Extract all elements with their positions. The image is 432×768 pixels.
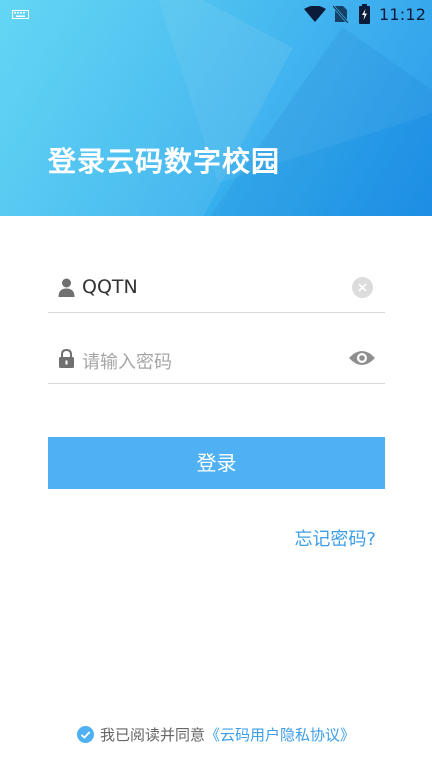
status-time: 11:12 [379,5,427,24]
privacy-policy-link[interactable]: 《云码用户隐私协议》 [205,726,355,744]
password-placeholder[interactable]: 请输入密码 [82,348,172,374]
login-button[interactable]: 登录 [48,437,385,489]
eye-icon-glyph [349,351,375,365]
agreement-text: 我已阅读并同意 [99,726,205,744]
status-bar: 11:12 [0,0,432,30]
clear-icon[interactable] [352,277,373,298]
password-field[interactable]: 请输入密码 [48,331,385,384]
lock-icon [59,349,74,368]
clear-icon-glyph [358,283,367,292]
username-field[interactable]: QQTN [48,260,385,313]
login-header: 11:12 登录云码数字校园 [0,0,432,216]
forgot-password-link[interactable]: 忘记密码? [294,525,376,551]
agreement-row: 我已阅读并同意《云码用户隐私协议》 [0,724,432,745]
no-sim-icon [333,5,348,23]
wifi-icon [304,6,326,22]
battery-icon [359,4,370,24]
checkbox-checked-icon[interactable] [76,726,94,743]
keyboard-icon [12,10,29,19]
user-icon [58,278,75,297]
username-value[interactable]: QQTN [82,276,138,298]
page-title: 登录云码数字校园 [48,145,281,178]
eye-icon[interactable] [348,348,376,368]
